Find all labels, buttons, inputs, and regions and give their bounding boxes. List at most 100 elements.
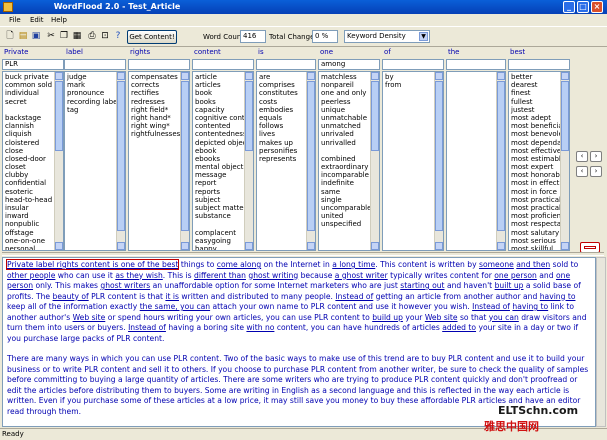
list-item[interactable]: follows (259, 122, 313, 130)
list-item[interactable] (321, 147, 377, 155)
list-item[interactable]: justest (511, 106, 567, 114)
scrollbar[interactable] (370, 72, 379, 250)
list-item[interactable]: subject (195, 196, 251, 204)
synonym-phrase[interactable]: the same, you can (140, 302, 210, 311)
column-list-3[interactable]: article articles book books capacity cognitiv… (192, 71, 254, 251)
list-item[interactable]: inward (5, 212, 61, 220)
scroll-down-icon[interactable] (497, 242, 505, 250)
list-item[interactable]: finest (511, 89, 567, 97)
copy-icon[interactable]: ❐ (58, 30, 70, 42)
list-item[interactable]: unspecified (321, 220, 377, 228)
column-input-7[interactable] (446, 59, 506, 70)
list-item[interactable]: close (5, 147, 61, 155)
list-item[interactable]: reports (195, 188, 251, 196)
list-item[interactable]: embodies (259, 106, 313, 114)
list-item[interactable]: single (321, 196, 377, 204)
list-item[interactable]: happy (195, 245, 251, 250)
list-item[interactable]: united (321, 212, 377, 220)
save-icon[interactable]: ▣ (30, 30, 42, 42)
nav-left-top-icon[interactable]: ‹ (576, 151, 588, 162)
list-item[interactable]: article (195, 73, 251, 81)
synonym-phrase[interactable]: it is (165, 292, 179, 301)
list-item[interactable]: lives (259, 130, 313, 138)
list-item[interactable]: offstage (5, 229, 61, 237)
synonym-phrase[interactable]: added to (442, 323, 476, 332)
list-item[interactable]: most practicable (511, 204, 569, 212)
list-item[interactable]: most in force (511, 188, 567, 196)
splitter[interactable] (2, 252, 604, 256)
chevron-down-icon[interactable]: ▼ (419, 32, 428, 41)
list-item[interactable]: equals (259, 114, 313, 122)
scrollbar[interactable] (180, 72, 189, 250)
list-item[interactable]: most respectable (511, 220, 569, 228)
list-item[interactable]: most expert (511, 163, 567, 171)
list-item[interactable]: recording label (67, 98, 123, 106)
scrollbar[interactable] (116, 72, 125, 250)
list-item[interactable]: capacity (195, 106, 251, 114)
list-item[interactable]: contentedness (195, 130, 251, 138)
column-list-0[interactable]: buck private common sold individual secret b… (2, 71, 64, 251)
list-item[interactable]: pronounce (67, 89, 123, 97)
menu-help[interactable]: Help (51, 16, 67, 24)
open-folder-icon[interactable]: ▤ (17, 30, 29, 42)
nav-left-bottom-icon[interactable]: ‹ (576, 166, 588, 177)
synonym-phrase[interactable]: starting out (400, 281, 444, 290)
column-input-5[interactable]: among (318, 59, 380, 70)
list-item[interactable]: costs (259, 98, 313, 106)
synonym-phrase[interactable]: Instead of (128, 323, 166, 332)
scroll-down-icon[interactable] (435, 242, 443, 250)
list-item[interactable]: ebook (195, 147, 251, 155)
list-item[interactable]: same (321, 188, 377, 196)
column-input-2[interactable] (128, 59, 190, 70)
synonym-phrase[interactable]: different than (194, 271, 246, 280)
list-item[interactable]: head-to-head (5, 196, 61, 204)
list-item[interactable]: esoteric (5, 188, 61, 196)
list-item[interactable]: most in effect (511, 179, 567, 187)
list-item[interactable]: most proficient (511, 212, 567, 220)
list-item[interactable]: corrects (131, 81, 187, 89)
column-input-6[interactable] (382, 59, 444, 70)
list-item[interactable]: right hand* (131, 114, 187, 122)
scroll-down-icon[interactable] (245, 242, 253, 250)
list-item[interactable]: subject matter (195, 204, 251, 212)
scrollbar[interactable] (306, 72, 315, 250)
list-item[interactable]: most skillful (511, 245, 567, 250)
list-item[interactable]: buck private (5, 73, 61, 81)
list-item[interactable]: extraordinary (321, 163, 377, 171)
scroll-thumb[interactable] (497, 81, 505, 231)
scroll-up-icon[interactable] (181, 72, 189, 80)
list-item[interactable]: dearest (511, 81, 567, 89)
list-item[interactable]: book (195, 89, 251, 97)
scroll-thumb[interactable] (181, 81, 189, 231)
help-icon[interactable]: ? (112, 30, 124, 42)
list-item[interactable]: constitutes (259, 89, 313, 97)
synonym-phrase[interactable]: Private label rights content is one of t… (5, 259, 180, 270)
list-item[interactable]: ebooks (195, 155, 251, 163)
synonym-phrase[interactable]: Web site (425, 313, 458, 322)
synonym-phrase[interactable]: a long time (332, 260, 375, 269)
nav-right-bottom-icon[interactable]: › (590, 166, 602, 177)
list-item[interactable]: rectifies (131, 89, 187, 97)
menu-file[interactable]: File (9, 16, 21, 24)
list-item[interactable]: most benevolent (511, 130, 569, 138)
scroll-down-icon[interactable] (117, 242, 125, 250)
column-list-2[interactable]: compensates corrects rectifies redresses rig… (128, 71, 190, 251)
list-item[interactable]: are (259, 73, 313, 81)
scroll-thumb[interactable] (307, 81, 315, 231)
synonym-phrase[interactable]: come along (217, 260, 261, 269)
synonym-phrase[interactable]: Instead of (335, 292, 373, 301)
list-item[interactable]: incomparable (321, 171, 377, 179)
article-text[interactable]: Private label rights content is one of t… (2, 257, 596, 427)
list-item[interactable]: mental object (195, 163, 251, 171)
list-item[interactable]: individual (5, 89, 61, 97)
synonym-phrase[interactable]: a ghost writer (335, 271, 388, 280)
list-item[interactable]: easygoing (195, 237, 251, 245)
minimize-button[interactable]: _ (563, 1, 575, 13)
paste-icon[interactable]: ▦ (71, 30, 83, 42)
preview-icon[interactable]: ⊡ (99, 30, 111, 42)
list-item[interactable]: articles (195, 81, 251, 89)
list-item[interactable]: matchless (321, 73, 377, 81)
scroll-up-icon[interactable] (117, 72, 125, 80)
list-item[interactable]: most salutary (511, 229, 567, 237)
list-item[interactable]: by (385, 73, 441, 81)
